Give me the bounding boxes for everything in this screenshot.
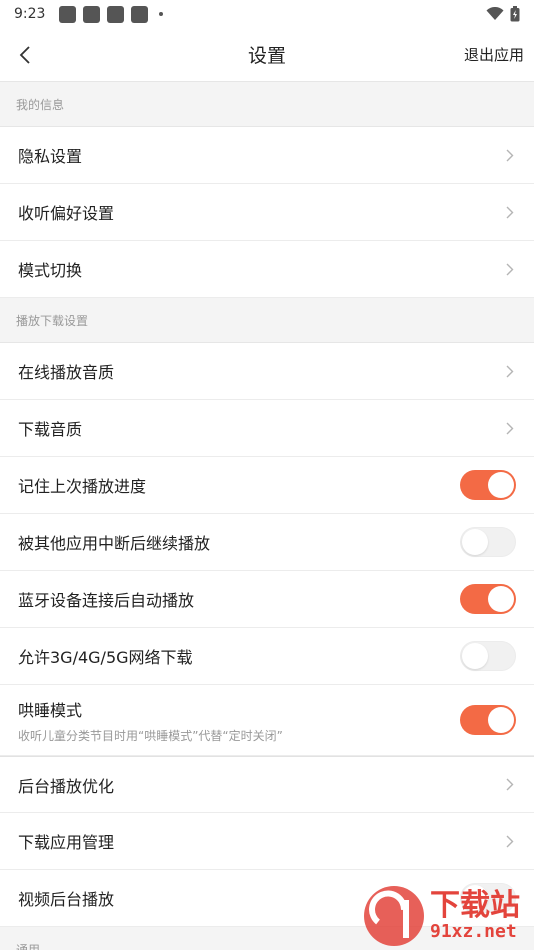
settings-item-label: 被其他应用中断后继续播放	[18, 534, 211, 553]
back-arrow-icon	[19, 45, 30, 64]
exit-app-button[interactable]: 退出应用	[464, 44, 524, 65]
settings-item-privacy[interactable]: 隐私设置	[0, 127, 534, 184]
settings-item-remember-progress: 记住上次播放进度	[0, 457, 534, 514]
section-header-my-info: 我的信息	[0, 82, 534, 127]
resume-after-interrupt-toggle[interactable]	[460, 527, 516, 557]
settings-item-label: 下载音质	[18, 420, 83, 439]
mobile-network-download-toggle[interactable]	[460, 641, 516, 671]
page-title: 设置	[247, 45, 286, 67]
status-bar: 9:23	[0, 0, 534, 28]
bluetooth-autoplay-toggle[interactable]	[460, 584, 516, 614]
chevron-right-icon	[504, 834, 516, 848]
chevron-right-icon	[504, 421, 516, 435]
settings-item-label: 下载应用管理	[18, 833, 115, 852]
settings-item-label: 记住上次播放进度	[18, 477, 147, 496]
section-header-general: 通用	[0, 927, 534, 950]
settings-item-label: 哄睡模式	[18, 700, 83, 720]
notification-icon	[59, 5, 77, 23]
settings-item-description: 收听儿童分类节目时用“哄睡模式”代替“定时关闭”	[18, 728, 283, 743]
back-button[interactable]	[0, 28, 50, 82]
notification-icon	[83, 5, 101, 23]
sleep-mode-toggle[interactable]	[460, 705, 516, 735]
more-notifications-icon	[159, 12, 164, 16]
chevron-right-icon	[504, 262, 516, 276]
settings-item-label: 视频后台播放	[18, 890, 115, 909]
settings-item-background-optimization[interactable]: 后台播放优化	[0, 756, 534, 813]
settings-item-label: 收听偏好设置	[18, 204, 115, 223]
status-time: 9:23	[14, 6, 46, 22]
settings-item-mode-switch[interactable]: 模式切换	[0, 241, 534, 298]
settings-item-label: 模式切换	[18, 261, 83, 280]
chevron-right-icon	[504, 364, 516, 378]
settings-item-label: 隐私设置	[18, 147, 83, 166]
settings-item-label: 在线播放音质	[18, 363, 115, 382]
settings-item-label: 蓝牙设备连接后自动播放	[18, 591, 195, 610]
chevron-right-icon	[504, 148, 516, 162]
settings-item-bluetooth-autoplay: 蓝牙设备连接后自动播放	[0, 571, 534, 628]
battery-icon	[510, 6, 520, 22]
nav-bar: 设置 退出应用	[0, 28, 534, 82]
settings-item-label: 允许3G/4G/5G网络下载	[18, 648, 193, 667]
chevron-right-icon	[504, 205, 516, 219]
settings-item-download-quality[interactable]: 下载音质	[0, 400, 534, 457]
settings-item-label: 后台播放优化	[18, 776, 115, 796]
chevron-right-icon	[504, 778, 516, 792]
notification-icons	[59, 5, 164, 23]
video-background-play-toggle[interactable]	[460, 883, 516, 913]
settings-item-video-background-play: 视频后台播放	[0, 870, 534, 927]
notification-icon	[131, 5, 149, 23]
notification-icon	[107, 5, 125, 23]
settings-item-sleep-mode: 哄睡模式 收听儿童分类节目时用“哄睡模式”代替“定时关闭”	[0, 685, 534, 756]
section-header-playback: 播放下载设置	[0, 298, 534, 343]
remember-progress-toggle[interactable]	[460, 470, 516, 500]
settings-item-download-app-management[interactable]: 下载应用管理	[0, 813, 534, 870]
settings-item-mobile-network-download: 允许3G/4G/5G网络下载	[0, 628, 534, 685]
settings-item-online-quality[interactable]: 在线播放音质	[0, 343, 534, 400]
settings-item-resume-after-interrupt: 被其他应用中断后继续播放	[0, 514, 534, 571]
wifi-icon	[486, 7, 504, 20]
settings-item-listening-preferences[interactable]: 收听偏好设置	[0, 184, 534, 241]
